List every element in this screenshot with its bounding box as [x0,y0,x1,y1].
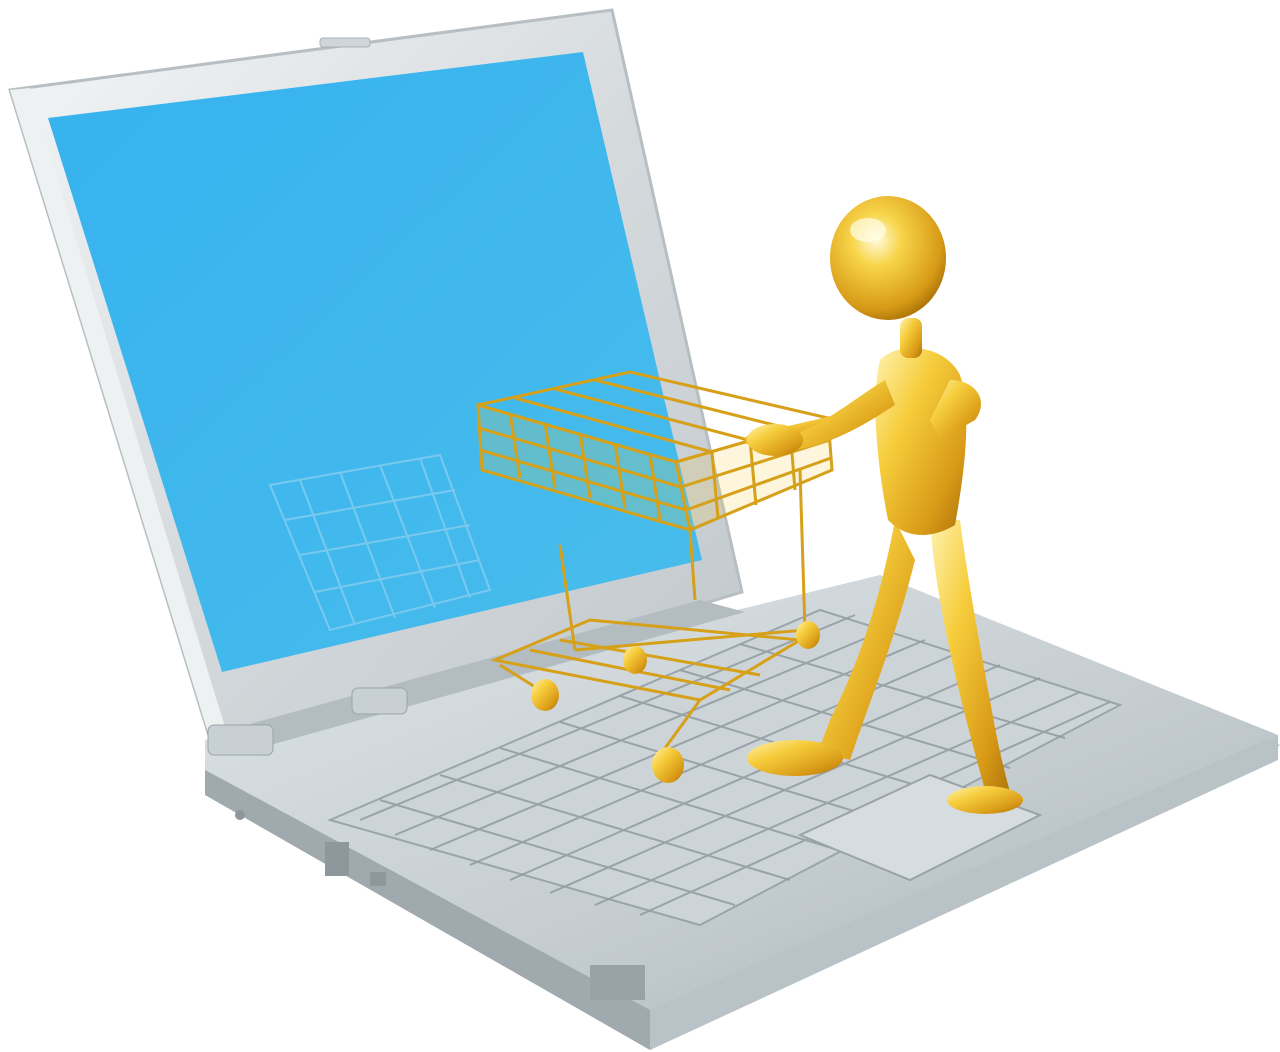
laptop-screen [48,52,702,672]
illustration [8,8,1280,1050]
